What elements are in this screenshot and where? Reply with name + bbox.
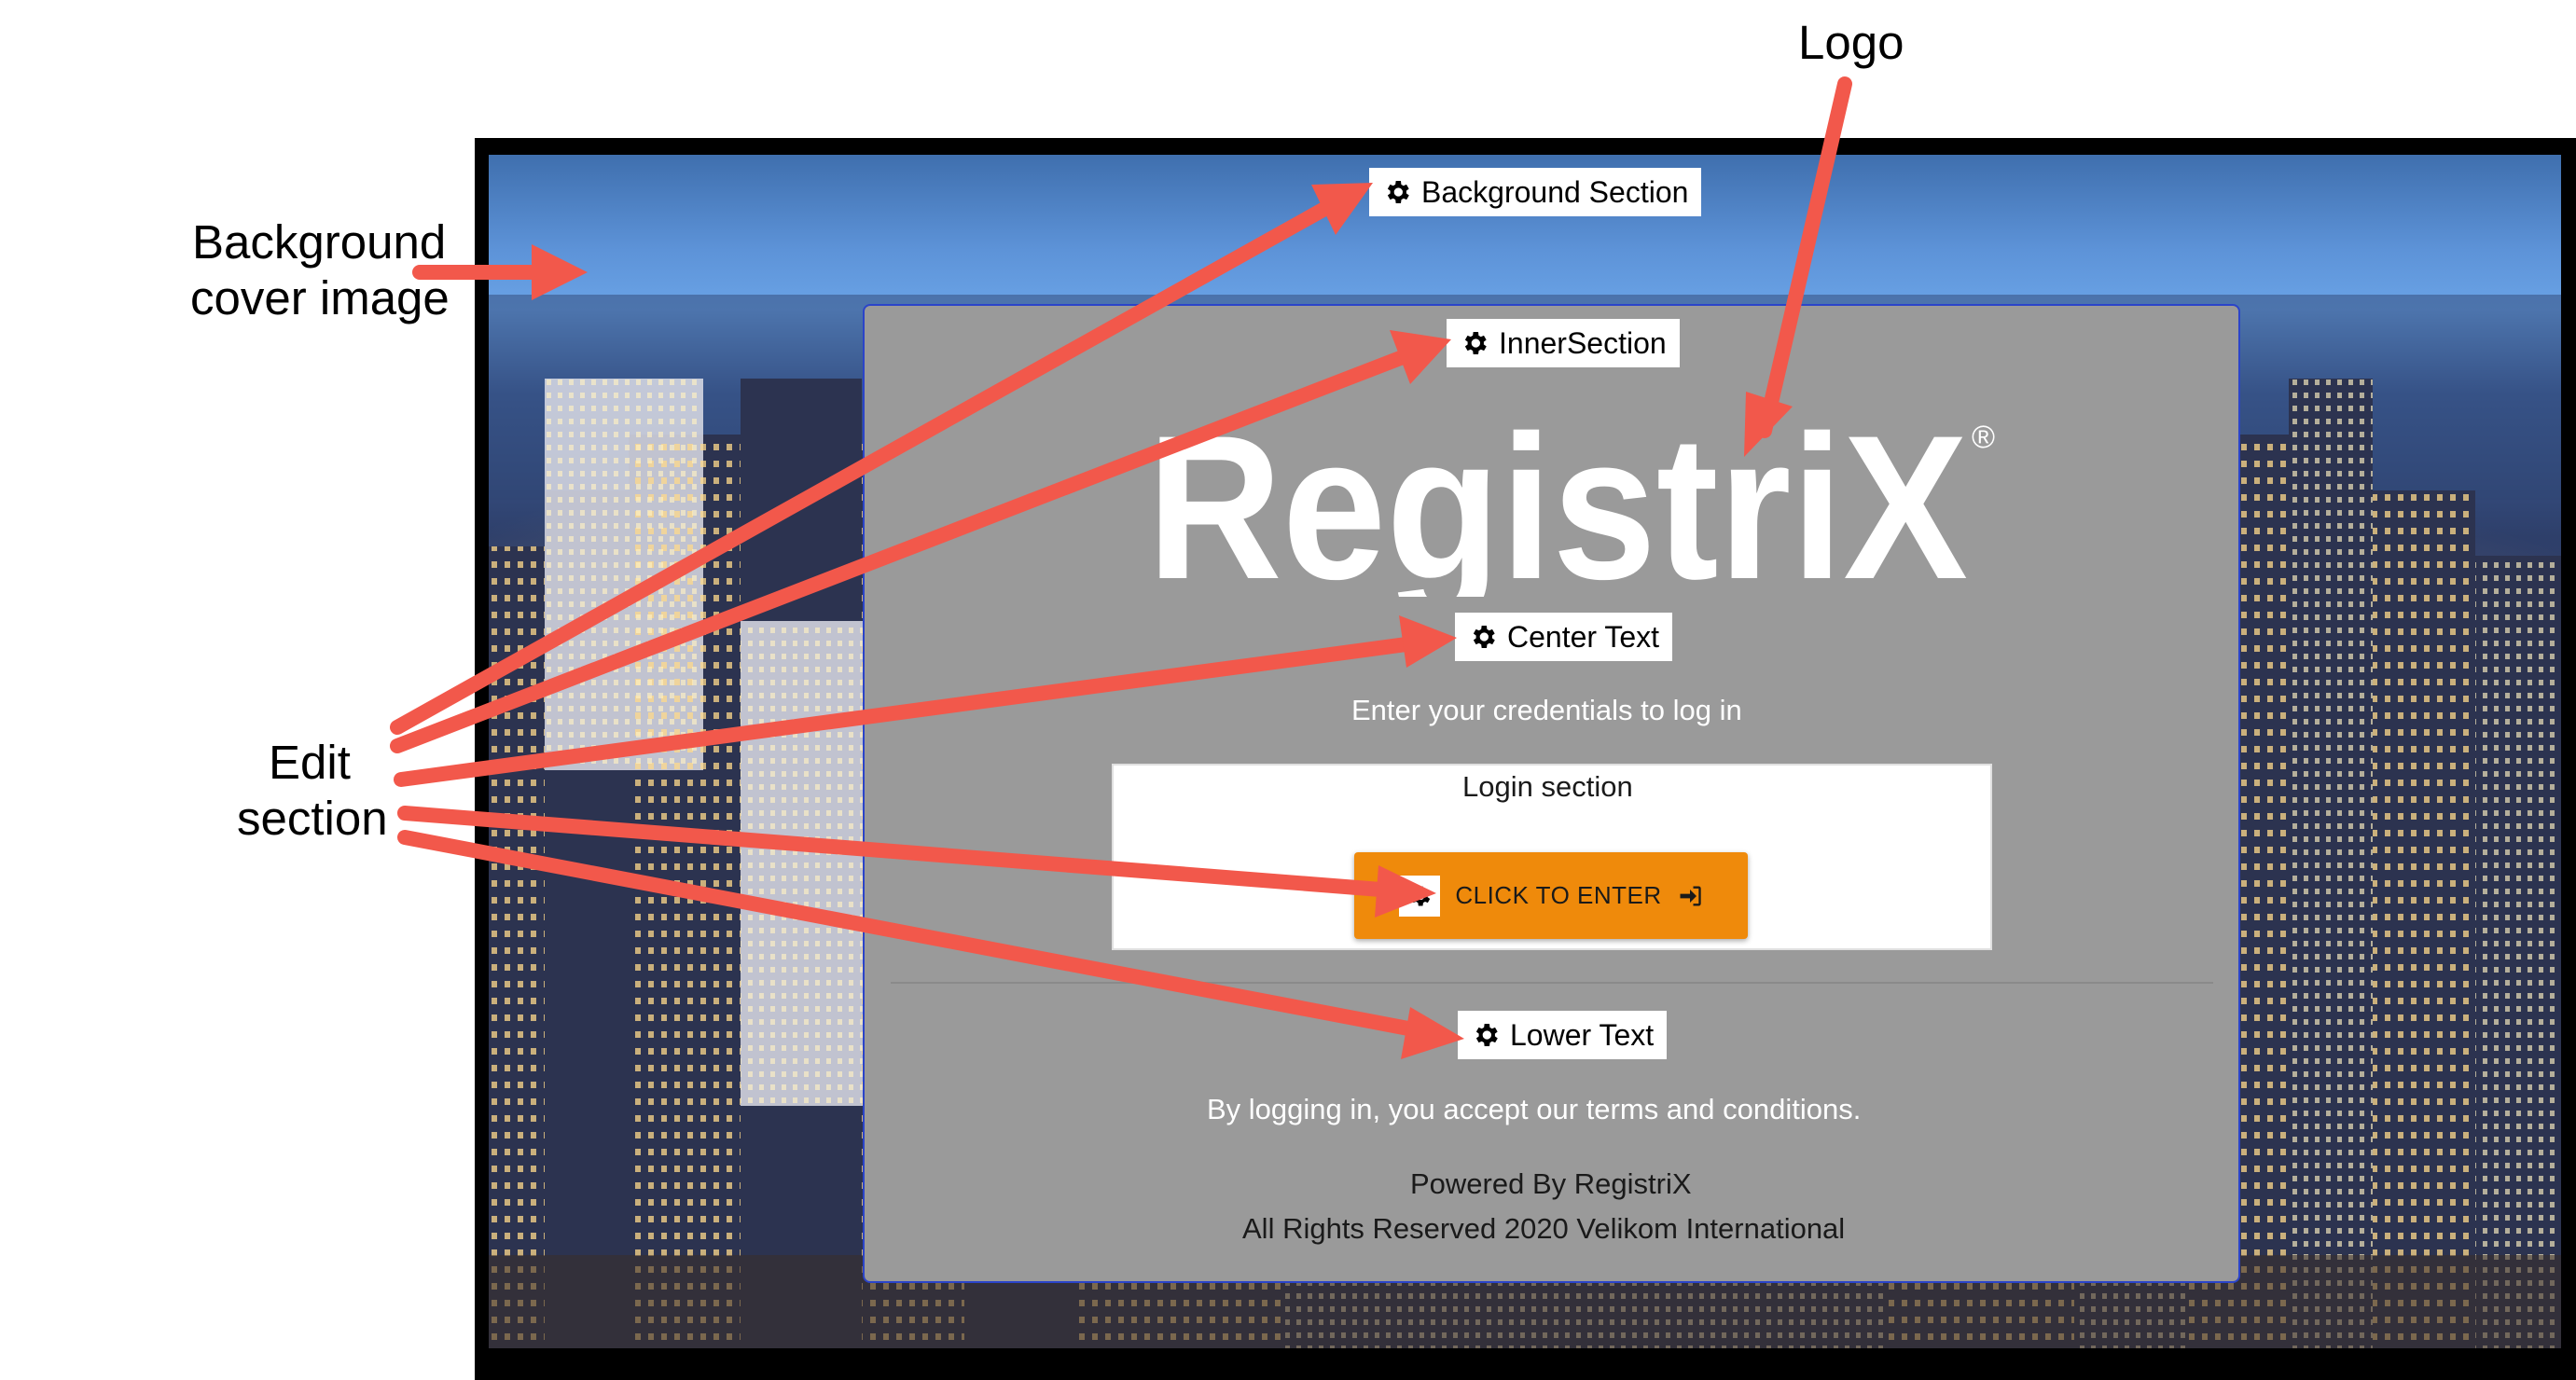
gear-icon bbox=[1411, 886, 1431, 905]
sign-in-icon bbox=[1680, 886, 1701, 905]
section-divider bbox=[891, 982, 2213, 984]
gear-icon bbox=[1464, 332, 1487, 354]
background-annotation-line2: cover image bbox=[190, 271, 450, 324]
click-to-enter-label: CLICK TO ENTER bbox=[1455, 881, 1662, 909]
center-text-label: Center Text bbox=[1507, 620, 1660, 654]
registered-mark: ® bbox=[1972, 420, 1995, 455]
gear-icon bbox=[1475, 1024, 1498, 1046]
logo-annotation: Logo bbox=[1798, 16, 1904, 69]
powered-by-text: Powered By RegistriX bbox=[1410, 1167, 1692, 1200]
rights-text: All Rights Reserved 2020 Velikom Interna… bbox=[1242, 1212, 1846, 1245]
background-section-tag[interactable]: Background Section bbox=[1369, 168, 1702, 216]
center-text-tag[interactable]: Center Text bbox=[1455, 613, 1673, 661]
button-settings-box[interactable] bbox=[1399, 875, 1441, 917]
background-annotation-line1: Background bbox=[192, 215, 447, 269]
logo-text: RegistriX bbox=[1147, 410, 1968, 597]
click-to-enter-button[interactable]: CLICK TO ENTER bbox=[1354, 852, 1748, 939]
login-prompt: Enter your credentials to log in bbox=[1351, 694, 1742, 726]
inner-section-label: InnerSection bbox=[1499, 326, 1667, 360]
edit-annotation-line2: section bbox=[237, 792, 388, 845]
login-section-label: Login section bbox=[1462, 770, 1633, 803]
inner-section-tag[interactable]: InnerSection bbox=[1447, 319, 1680, 367]
lower-text-tag[interactable]: Lower Text bbox=[1458, 1011, 1668, 1059]
gear-icon bbox=[1473, 626, 1495, 648]
lower-text-label: Lower Text bbox=[1510, 1018, 1655, 1052]
edit-annotation-line1: Edit bbox=[269, 736, 351, 789]
gear-icon bbox=[1387, 181, 1409, 203]
background-section-label: Background Section bbox=[1421, 175, 1689, 209]
registrix-logo: RegistriX ® bbox=[1147, 410, 1995, 597]
terms-text: By logging in, you accept our terms and … bbox=[1207, 1093, 1862, 1125]
